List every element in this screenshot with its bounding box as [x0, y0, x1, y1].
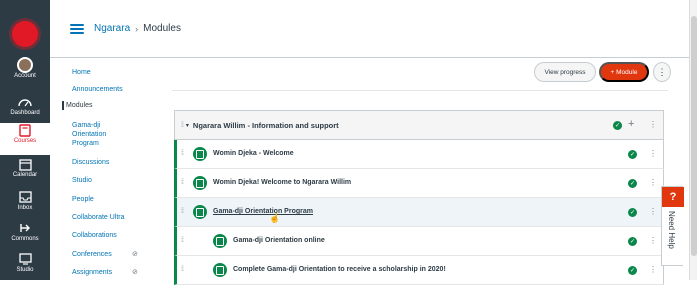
inbox-icon [17, 190, 33, 204]
help-question-icon: ? [662, 187, 684, 207]
module-item[interactable]: ⁞⁞ Gama-dji Orientation Program ☝ ✓ ⋮ [174, 198, 664, 227]
breadcrumb-course-link[interactable]: Ngarara [94, 23, 130, 34]
global-nav-courses[interactable]: Courses [0, 123, 50, 155]
course-nav-collaborations[interactable]: Collaborations [72, 231, 158, 240]
hand-cursor-icon: ☝ [269, 213, 281, 223]
course-nav-people[interactable]: People [72, 195, 158, 204]
global-nav-commons[interactable]: Commons [0, 221, 50, 253]
module-item-title[interactable]: Complete Gama-dji Orientation to receive… [233, 266, 446, 273]
eye-slash-icon: ⊘ [132, 269, 138, 276]
breadcrumb: Ngarara › Modules [94, 23, 181, 34]
module-item-title[interactable]: Gama-dji Orientation Program [213, 208, 313, 215]
calendar-icon [17, 157, 33, 171]
module-header[interactable]: ⁞⁞ ▾ Ngarara Willim - Information and su… [174, 110, 664, 140]
item-menu-icon[interactable]: ⋮ [649, 265, 657, 274]
need-help-label: Need Help [667, 211, 676, 249]
global-nav: Account Dashboard Courses Calendar Inbox… [0, 0, 50, 280]
global-nav-label: Account [14, 73, 36, 79]
global-nav-label: Studio [16, 267, 34, 273]
page-icon [213, 234, 227, 248]
view-progress-button[interactable]: View progress [534, 62, 596, 82]
module-item[interactable]: ⁞⁞ Womin Djeka! Welcome to Ngarara Willi… [174, 169, 664, 198]
more-options-button[interactable]: ⋮ [653, 62, 671, 82]
global-nav-label: Courses [13, 138, 37, 144]
course-nav-orientation[interactable]: Gama-dji Orientation Program [72, 121, 132, 148]
page-icon [193, 176, 207, 190]
drag-handle-icon[interactable]: ⁞⁞ [181, 150, 184, 157]
module-item[interactable]: ⁞⁞ Womin Djeka - Welcome ✓ ⋮ [174, 140, 664, 169]
add-item-icon[interactable]: + [628, 118, 634, 130]
eye-slash-icon: ⊘ [132, 251, 138, 258]
commons-arrow-icon [17, 221, 33, 235]
module-menu-icon[interactable]: ⋮ [649, 120, 657, 129]
published-check-icon[interactable]: ✓ [628, 150, 637, 159]
published-check-icon[interactable]: ✓ [628, 237, 637, 246]
page-icon [213, 263, 227, 277]
account-avatar-icon [17, 57, 33, 73]
course-header: Ngarara › Modules [50, 0, 689, 58]
module-title: Ngarara Willim - Information and support [192, 120, 339, 130]
course-nav-modules[interactable]: Modules [62, 101, 148, 110]
item-menu-icon[interactable]: ⋮ [649, 236, 657, 245]
scrollbar-thumb[interactable] [691, 16, 697, 256]
page-icon [193, 147, 207, 161]
course-nav-conferences[interactable]: Conferences [72, 250, 158, 259]
course-nav-discussions[interactable]: Discussions [72, 158, 158, 167]
breadcrumb-current: Modules [143, 23, 181, 34]
global-nav-account[interactable]: Account [0, 57, 50, 90]
institution-logo[interactable] [0, 14, 50, 54]
module-item-title[interactable]: Womin Djeka! Welcome to Ngarara Willim [213, 179, 351, 186]
page-scrollbar[interactable] [689, 0, 697, 280]
item-menu-icon[interactable]: ⋮ [649, 207, 657, 216]
collapse-caret-icon[interactable]: ▾ [186, 122, 189, 129]
page-icon [193, 205, 207, 219]
global-nav-label: Inbox [17, 205, 33, 211]
drag-handle-icon[interactable]: ⁞⁞ [181, 179, 184, 186]
global-nav-calendar[interactable]: Calendar [0, 157, 50, 189]
global-nav-studio[interactable]: Studio [0, 252, 50, 284]
hamburger-menu-icon[interactable] [70, 23, 84, 34]
global-nav-label: Dashboard [10, 110, 40, 116]
breadcrumb-separator: › [135, 23, 139, 34]
module-item[interactable]: ⁞⁞ Complete Gama-dji Orientation to rece… [174, 256, 664, 285]
course-nav-home[interactable]: Home [72, 68, 158, 77]
dashboard-icon [17, 95, 33, 109]
courses-book-icon [17, 123, 33, 137]
course-nav-studio[interactable]: Studio [72, 176, 158, 185]
module-item-title[interactable]: Womin Djeka - Welcome [213, 150, 294, 157]
need-help-tab[interactable]: ? Need Help [661, 186, 684, 266]
global-nav-label: Calendar [12, 172, 38, 178]
add-module-button[interactable]: + Module [599, 62, 649, 82]
global-nav-label: Commons [11, 236, 39, 242]
drag-handle-icon[interactable]: ⁞⁞ [181, 208, 184, 215]
drag-handle-icon[interactable]: ⁞⁞ [181, 122, 184, 129]
published-check-icon[interactable]: ✓ [628, 266, 637, 275]
item-menu-icon[interactable]: ⋮ [649, 178, 657, 187]
studio-icon [17, 252, 33, 266]
global-nav-inbox[interactable]: Inbox [0, 190, 50, 222]
published-check-icon[interactable]: ✓ [628, 179, 637, 188]
drag-handle-icon[interactable]: ⁞⁞ [181, 266, 184, 273]
published-check-icon[interactable]: ✓ [628, 208, 637, 217]
course-nav-assignments[interactable]: Assignments [72, 268, 158, 277]
module-item[interactable]: ⁞⁞ Gama-dji Orientation online ✓ ⋮ [174, 227, 664, 256]
course-nav-collaborate-ultra[interactable]: Collaborate Ultra [72, 213, 158, 222]
toolbar-divider [172, 90, 668, 91]
published-check-icon[interactable]: ✓ [613, 121, 622, 130]
module-item-title[interactable]: Gama-dji Orientation online [233, 237, 325, 244]
drag-handle-icon[interactable]: ⁞⁞ [181, 237, 184, 244]
item-menu-icon[interactable]: ⋮ [649, 149, 657, 158]
course-nav-announcements[interactable]: Announcements [72, 85, 158, 94]
logo-icon [12, 21, 38, 47]
